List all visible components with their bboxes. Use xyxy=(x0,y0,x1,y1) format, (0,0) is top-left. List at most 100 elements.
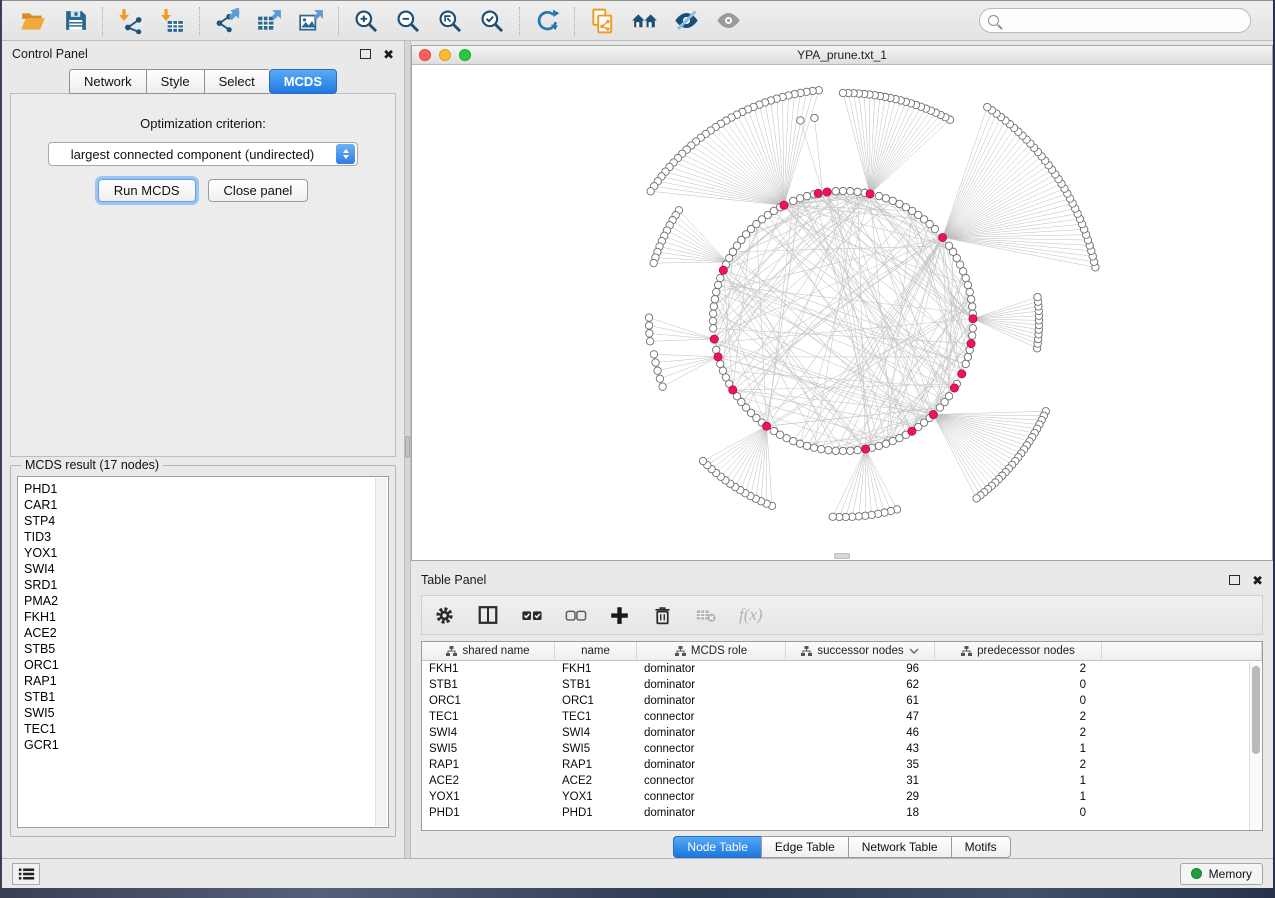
mcds-result-item[interactable]: STP4 xyxy=(24,513,388,529)
mcds-result-item[interactable]: GCR1 xyxy=(24,737,388,753)
first-neighbors-icon[interactable] xyxy=(623,4,665,38)
export-image-icon[interactable] xyxy=(290,4,332,38)
mcds-result-item[interactable]: CAR1 xyxy=(24,497,388,513)
cell-successor-nodes[interactable]: 46 xyxy=(786,725,935,741)
table-row[interactable]: SWI4SWI4dominator462 xyxy=(422,725,1262,741)
tab-edge-table[interactable]: Edge Table xyxy=(761,836,848,858)
import-table-icon[interactable] xyxy=(151,4,193,38)
cell-predecessor-nodes[interactable]: 2 xyxy=(935,757,1102,773)
delete-column-icon[interactable] xyxy=(652,605,673,626)
cell-MCDS-role[interactable]: dominator xyxy=(637,677,786,693)
cell-predecessor-nodes[interactable]: 1 xyxy=(935,773,1102,789)
table-row[interactable]: ORC1ORC1dominator610 xyxy=(422,693,1262,709)
table-row[interactable]: YOX1YOX1connector291 xyxy=(422,789,1262,805)
cell-successor-nodes[interactable]: 18 xyxy=(786,805,935,821)
column-header-predecessor-nodes[interactable]: predecessor nodes xyxy=(935,642,1102,660)
cell-successor-nodes[interactable]: 62 xyxy=(786,677,935,693)
task-history-button[interactable] xyxy=(12,863,40,885)
save-icon[interactable] xyxy=(54,4,96,38)
close-table-panel-icon[interactable]: ✖ xyxy=(1252,574,1263,587)
mcds-result-item[interactable]: PMA2 xyxy=(24,593,388,609)
tab-network-table[interactable]: Network Table xyxy=(848,836,951,858)
cell-MCDS-role[interactable]: dominator xyxy=(637,661,786,677)
table-scrollbar[interactable] xyxy=(1249,662,1262,830)
cell-MCDS-role[interactable]: connector xyxy=(637,709,786,725)
import-network-icon[interactable] xyxy=(109,4,151,38)
cell-name[interactable]: SWI4 xyxy=(555,725,637,741)
cell-MCDS-role[interactable]: dominator xyxy=(637,757,786,773)
cell-MCDS-role[interactable]: connector xyxy=(637,741,786,757)
float-panel-icon[interactable] xyxy=(360,49,371,59)
float-table-panel-icon[interactable] xyxy=(1229,575,1240,585)
mcds-result-item[interactable]: YOX1 xyxy=(24,545,388,561)
cell-predecessor-nodes[interactable]: 0 xyxy=(935,677,1102,693)
table-row[interactable]: SWI5SWI5connector431 xyxy=(422,741,1262,757)
tab-mcds[interactable]: MCDS xyxy=(269,69,337,94)
close-panel-button[interactable]: Close panel xyxy=(208,179,309,202)
vertical-splitter[interactable] xyxy=(404,41,411,858)
cell-MCDS-role[interactable]: dominator xyxy=(637,725,786,741)
cell-shared-name[interactable]: ORC1 xyxy=(422,693,555,709)
cell-name[interactable]: FKH1 xyxy=(555,661,637,677)
cell-shared-name[interactable]: TEC1 xyxy=(422,709,555,725)
tab-motifs[interactable]: Motifs xyxy=(951,836,1011,858)
mcds-result-item[interactable]: ORC1 xyxy=(24,657,388,673)
column-header-successor-nodes[interactable]: successor nodes xyxy=(786,642,935,660)
mcds-result-item[interactable]: ACE2 xyxy=(24,625,388,641)
mcds-result-item[interactable]: TEC1 xyxy=(24,721,388,737)
cell-predecessor-nodes[interactable]: 1 xyxy=(935,789,1102,805)
tab-node-table[interactable]: Node Table xyxy=(673,836,761,858)
clone-network-icon[interactable] xyxy=(581,4,623,38)
cell-MCDS-role[interactable]: dominator xyxy=(637,693,786,709)
add-column-icon[interactable] xyxy=(609,605,630,626)
mcds-result-item[interactable]: STB1 xyxy=(24,689,388,705)
cell-shared-name[interactable]: RAP1 xyxy=(422,757,555,773)
cell-MCDS-role[interactable]: connector xyxy=(637,789,786,805)
memory-button[interactable]: Memory xyxy=(1180,863,1263,885)
cell-name[interactable]: RAP1 xyxy=(555,757,637,773)
column-header-name[interactable]: name xyxy=(555,642,637,660)
show-all-icon[interactable] xyxy=(707,4,749,38)
cell-name[interactable]: ORC1 xyxy=(555,693,637,709)
run-mcds-button[interactable]: Run MCDS xyxy=(98,179,196,202)
mcds-result-item[interactable]: SRD1 xyxy=(24,577,388,593)
cell-predecessor-nodes[interactable]: 1 xyxy=(935,741,1102,757)
mcds-result-item[interactable]: FKH1 xyxy=(24,609,388,625)
list-scrollbar[interactable] xyxy=(375,478,387,826)
cell-successor-nodes[interactable]: 61 xyxy=(786,693,935,709)
zoom-in-icon[interactable] xyxy=(345,4,387,38)
table-row[interactable]: STB1STB1dominator620 xyxy=(422,677,1262,693)
cell-name[interactable]: STB1 xyxy=(555,677,637,693)
tab-network[interactable]: Network xyxy=(69,69,146,94)
open-icon[interactable] xyxy=(12,4,54,38)
mcds-result-item[interactable]: TID3 xyxy=(24,529,388,545)
cell-predecessor-nodes[interactable]: 0 xyxy=(935,805,1102,821)
zoom-out-icon[interactable] xyxy=(387,4,429,38)
hide-selected-icon[interactable] xyxy=(665,4,707,38)
mcds-result-item[interactable]: RAP1 xyxy=(24,673,388,689)
delete-table-icon[interactable] xyxy=(695,604,717,626)
mcds-result-item[interactable]: SWI5 xyxy=(24,705,388,721)
function-builder-icon[interactable]: f(x) xyxy=(739,605,763,625)
cell-shared-name[interactable]: YOX1 xyxy=(422,789,555,805)
cell-predecessor-nodes[interactable]: 2 xyxy=(935,725,1102,741)
cell-MCDS-role[interactable]: dominator xyxy=(637,805,786,821)
cell-shared-name[interactable]: STB1 xyxy=(422,677,555,693)
cell-predecessor-nodes[interactable]: 2 xyxy=(935,709,1102,725)
tab-select[interactable]: Select xyxy=(204,69,269,94)
cell-shared-name[interactable]: PHD1 xyxy=(422,805,555,821)
cell-successor-nodes[interactable]: 47 xyxy=(786,709,935,725)
cell-successor-nodes[interactable]: 29 xyxy=(786,789,935,805)
splitter-handle[interactable] xyxy=(405,436,410,458)
canvas-resize-handle[interactable] xyxy=(834,553,850,559)
cell-predecessor-nodes[interactable]: 2 xyxy=(935,661,1102,677)
criterion-select[interactable]: largest connected component (undirected) xyxy=(48,142,358,166)
table-scrollbar-thumb[interactable] xyxy=(1252,666,1260,754)
cell-successor-nodes[interactable]: 35 xyxy=(786,757,935,773)
cell-shared-name[interactable]: SWI5 xyxy=(422,741,555,757)
close-panel-icon[interactable]: ✖ xyxy=(383,48,394,61)
cell-predecessor-nodes[interactable]: 0 xyxy=(935,693,1102,709)
cell-name[interactable]: SWI5 xyxy=(555,741,637,757)
tab-style[interactable]: Style xyxy=(146,69,204,94)
table-row[interactable]: ACE2ACE2connector311 xyxy=(422,773,1262,789)
